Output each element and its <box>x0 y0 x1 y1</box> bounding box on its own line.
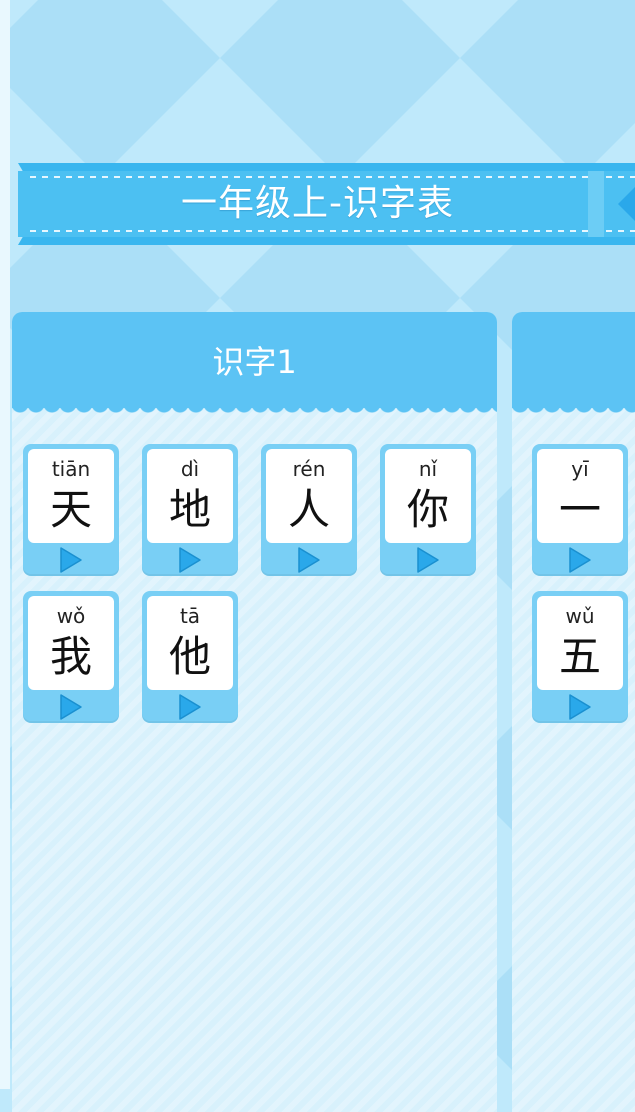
pinyin-label: dì <box>180 457 200 481</box>
lesson-panel-1: 识字1 tiān 天 dì 地 rén 人 nǐ 你 wǒ 我 tā 他 <box>12 312 497 1112</box>
play-icon[interactable] <box>178 693 202 721</box>
character-card-ni[interactable]: nǐ 你 <box>380 444 476 576</box>
character-card-di[interactable]: dì 地 <box>142 444 238 576</box>
hanzi-label: 人 <box>287 485 330 534</box>
hanzi-label: 我 <box>49 632 92 681</box>
hanzi-label: 天 <box>49 485 92 534</box>
play-icon[interactable] <box>297 546 321 574</box>
character-card-tian[interactable]: tiān 天 <box>23 444 119 576</box>
panel-title <box>512 312 635 412</box>
hanzi-label: 你 <box>406 485 449 534</box>
pinyin-label: wǒ <box>56 604 86 628</box>
character-card-yi[interactable]: yī 一 <box>532 444 628 576</box>
pinyin-label: rén <box>292 457 326 481</box>
pinyin-label: yī <box>571 457 589 481</box>
play-icon[interactable] <box>59 546 83 574</box>
play-icon[interactable] <box>416 546 440 574</box>
title-banner: 一年级上-识字表 <box>0 163 635 245</box>
play-icon[interactable] <box>59 693 83 721</box>
page-title: 一年级上-识字表 <box>181 183 454 224</box>
character-card-ren[interactable]: rén 人 <box>261 444 357 576</box>
character-card-wu[interactable]: wǔ 五 <box>532 591 628 723</box>
character-card-ta[interactable]: tā 他 <box>142 591 238 723</box>
character-card-wo[interactable]: wǒ 我 <box>23 591 119 723</box>
play-icon[interactable] <box>568 693 592 721</box>
pinyin-label: tiān <box>51 457 91 481</box>
play-icon[interactable] <box>178 546 202 574</box>
panel-title: 识字1 <box>212 343 297 381</box>
hanzi-label: 地 <box>168 485 211 534</box>
hanzi-label: 五 <box>558 632 601 681</box>
hanzi-label: 他 <box>168 632 211 681</box>
pinyin-label: tā <box>179 604 201 628</box>
pinyin-label: wǔ <box>565 604 595 628</box>
play-icon[interactable] <box>568 546 592 574</box>
pinyin-label: nǐ <box>418 457 438 481</box>
hanzi-label: 一 <box>558 485 601 534</box>
lesson-panel-2: yī 一 wǔ 五 <box>512 312 635 1112</box>
